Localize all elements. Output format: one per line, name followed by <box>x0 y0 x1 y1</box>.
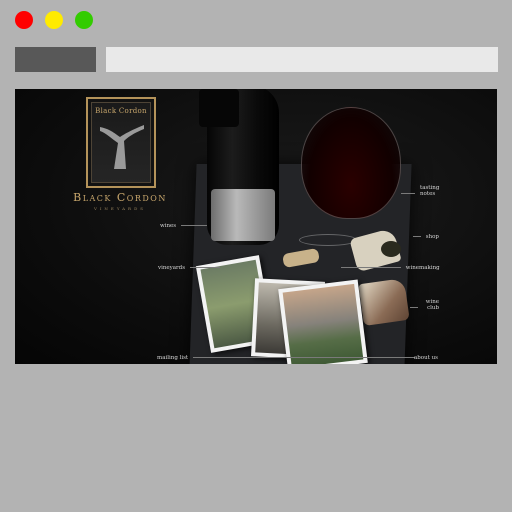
leader-line <box>413 236 421 237</box>
leader-line <box>410 307 419 308</box>
nav-wines-label: wines <box>160 223 177 229</box>
bottle-label <box>211 189 275 241</box>
brand-subtitle: VINEYARDS <box>93 206 147 211</box>
vine-image: Black Cordon <box>91 102 151 183</box>
maximize-window-button[interactable] <box>75 11 93 29</box>
nav-mailing-list-label: mailing list <box>157 355 189 361</box>
minimize-window-button[interactable] <box>45 11 63 29</box>
leader-line <box>341 267 401 268</box>
leader-line <box>192 357 415 358</box>
nav-wine-club-label: wine club <box>425 299 439 311</box>
nav-vineyards[interactable]: vineyards <box>158 265 220 271</box>
brand-name: Black Cordon <box>73 191 167 204</box>
toolbar-button[interactable] <box>15 47 96 72</box>
nav-tasting-notes-label: tasting notes <box>420 185 440 197</box>
nav-vineyards-label: vineyards <box>158 265 186 271</box>
close-window-button[interactable] <box>15 11 33 29</box>
cheese-wedge <box>358 278 410 326</box>
logo-badge[interactable]: Black Cordon <box>86 97 156 188</box>
nav-winemaking[interactable]: winemaking <box>341 265 440 271</box>
leader-line <box>189 267 220 268</box>
website-hero: Black Cordon Black Cordon VINEYARDS wine… <box>15 89 497 364</box>
nav-shop-label: shop <box>425 234 439 240</box>
nav-wine-club[interactable]: wine club <box>407 299 439 311</box>
vine-trunk-icon <box>100 125 144 169</box>
nav-winemaking-label: winemaking <box>405 265 440 271</box>
leader-line <box>401 193 416 194</box>
wine-glass-base <box>299 234 357 246</box>
nav-about-us[interactable]: about us <box>414 355 438 361</box>
nav-shop[interactable]: shop <box>413 234 439 240</box>
nav-wines[interactable]: wines <box>160 223 207 229</box>
leader-line <box>180 225 207 226</box>
wine-glass <box>301 107 401 219</box>
address-bar[interactable] <box>106 47 498 72</box>
vineyard-photo-3[interactable] <box>278 279 368 364</box>
nav-about-us-label: about us <box>414 355 438 361</box>
nav-mailing-list[interactable]: mailing list <box>157 355 415 361</box>
olive <box>381 241 401 257</box>
nav-tasting-notes[interactable]: tasting notes <box>401 185 440 197</box>
bottle-neck <box>199 89 239 127</box>
